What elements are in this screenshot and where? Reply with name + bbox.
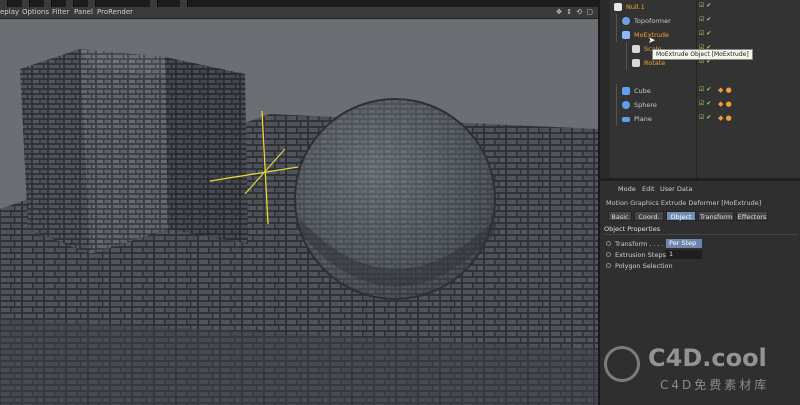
tab-object[interactable]: Object [666,211,696,221]
menu-edit[interactable]: Edit [642,185,655,193]
watermark-subtext: C4D免费素材库 [660,378,770,392]
sphere-icon [622,101,630,109]
field-transform: Transform . . . . . . . . Per Step [604,239,798,249]
field-polygon-selection: Polygon Selection [604,261,798,271]
object-row-moextrude[interactable]: MoExtrude ☑ ✔ [600,28,800,42]
animate-keyframe-icon[interactable] [606,263,611,268]
toolbar-button[interactable] [0,0,8,7]
menu-mode[interactable]: Mode [618,185,636,193]
cube-right-face-shade [165,57,248,244]
tree-line [616,112,617,126]
object-manager[interactable]: Null.1 ☑ ✔ Topoformer ☑ ✔ MoExtrude ☑ ✔ … [600,0,800,178]
material-tags[interactable]: ◆ ● [718,100,732,108]
field-label: Polygon Selection [615,262,673,270]
deformer-icon [622,17,630,25]
animate-keyframe-icon[interactable] [606,241,611,246]
visibility-flags[interactable]: ☑ ✔ [699,100,711,107]
menu-prorender[interactable]: ProRender [97,8,133,16]
object-name: Topoformer [634,17,671,25]
toolbar-button[interactable] [88,0,96,7]
menu-options[interactable]: Options [22,8,49,16]
cube-left-face-shade [20,49,90,254]
attribute-title: Motion Graphics Extrude Deformer [MoExtr… [606,199,762,207]
plane-icon [622,117,630,122]
object-name: Cube [634,87,651,95]
tree-line [616,14,617,28]
viewport-menubar: eplay Options Filter Panel ProRender ✥ ⇕… [0,7,598,19]
extrusion-steps-input[interactable]: 1 [666,250,702,259]
toolbar-button[interactable] [150,0,158,7]
toolbar-button[interactable] [22,0,30,7]
visibility-flags[interactable]: ☑ ✔ [699,16,711,23]
visibility-flags[interactable]: ☑ ✔ [699,86,711,93]
tree-line [616,28,617,42]
menu-user-data[interactable]: User Data [660,185,692,193]
moextrude-icon [622,31,630,39]
watermark-logo-icon [604,346,640,382]
object-row-plane[interactable]: Plane ☑ ✔ ◆ ● [600,112,800,126]
3d-scene[interactable] [0,19,598,405]
tree-line [616,98,617,112]
attribute-manager-menu: Mode Edit User Data [600,184,800,195]
transform-dropdown[interactable]: Per Step [666,239,702,248]
object-row-sphere[interactable]: Sphere ☑ ✔ ◆ ● [600,98,800,112]
tree-line [616,84,617,98]
effector-icon [632,45,640,53]
material-tags[interactable]: ◆ ● [718,114,732,122]
watermark-text: C4D.cool [648,344,767,372]
menu-filter[interactable]: Filter [52,8,69,16]
object-name: Sphere [634,101,657,109]
object-row-topoformer[interactable]: Topoformer ☑ ✔ [600,14,800,28]
object-row-cube[interactable]: Cube ☑ ✔ ◆ ● [600,84,800,98]
viewport-toolbar [0,0,598,7]
visibility-flags[interactable]: ☑ ✔ [699,2,711,9]
null-icon [614,3,622,11]
object-name: Null.1 [626,3,645,11]
object-name: Rotate [644,59,666,67]
visibility-flags[interactable]: ☑ ✔ [699,30,711,37]
toolbar-button[interactable] [180,0,188,7]
effector-icon [632,59,640,67]
field-extrusion-steps: Extrusion Steps . . 1 [604,250,798,260]
material-tags[interactable]: ◆ ● [718,86,732,94]
tab-coord[interactable]: Coord. [634,211,664,221]
viewport-navigation-icons[interactable]: ✥ ⇕ ⟲ ▢ [556,8,594,16]
cube-icon [622,87,630,95]
menu-display[interactable]: eplay [0,8,19,16]
tab-effectors[interactable]: Effectors [736,211,768,221]
watermark: C4D.cool C4D免费素材库 [600,340,800,400]
toolbar-button[interactable] [66,0,74,7]
tab-transform[interactable]: Transform [698,211,734,221]
tab-basic[interactable]: Basic [608,211,632,221]
tree-line [626,42,627,56]
menu-panel[interactable]: Panel [74,8,93,16]
section-object-properties: Object Properties [604,225,798,235]
toolbar-button[interactable] [44,0,52,7]
visibility-flags[interactable]: ☑ ✔ [699,114,711,121]
viewport[interactable]: eplay Options Filter Panel ProRender ✥ ⇕… [0,0,598,405]
animate-keyframe-icon[interactable] [606,252,611,257]
mouse-cursor-icon: ➤ [648,36,656,46]
tree-line [626,56,627,70]
tooltip: MoExtrude Object [MoExtrude] [652,49,753,60]
object-row-null[interactable]: Null.1 ☑ ✔ [600,0,800,14]
object-name: Plane [634,115,652,123]
